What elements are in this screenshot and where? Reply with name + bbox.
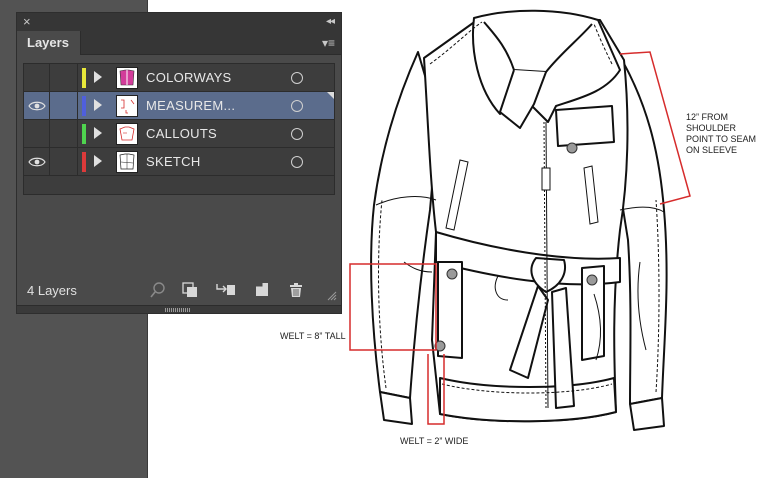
layer-row-callouts[interactable]: CALLOUTS xyxy=(24,120,334,148)
target-circle-icon[interactable] xyxy=(291,156,303,168)
target-circle-icon[interactable] xyxy=(291,72,303,84)
layer-row-sketch[interactable]: SKETCH xyxy=(24,148,334,176)
lock-toggle[interactable] xyxy=(50,64,78,92)
expand-arrow-icon[interactable] xyxy=(94,127,102,139)
lock-toggle[interactable] xyxy=(50,92,78,120)
visibility-toggle[interactable] xyxy=(24,120,50,148)
layer-name[interactable]: MEASUREM... xyxy=(146,98,235,113)
selection-indicator-icon xyxy=(327,92,334,99)
expand-arrow-icon[interactable] xyxy=(94,99,102,111)
expand-arrow-icon[interactable] xyxy=(94,71,102,83)
panel-menu-icon[interactable]: ▾≡ xyxy=(322,36,335,50)
colorways-thumb-icon xyxy=(116,67,138,89)
layer-name[interactable]: CALLOUTS xyxy=(146,126,217,141)
create-sublayer-icon[interactable] xyxy=(215,281,237,299)
target-circle-icon[interactable] xyxy=(291,100,303,112)
layer-row-colorways[interactable]: COLORWAYS xyxy=(24,64,334,92)
panel-tab-bar: Layers ▾≡ xyxy=(17,31,341,55)
layers-panel: × ◂◂ Layers ▾≡ COLORWAYS MEASUREM... CAL… xyxy=(16,12,342,314)
close-icon[interactable]: × xyxy=(23,14,31,30)
make-clipping-mask-icon[interactable] xyxy=(181,281,199,299)
layer-color-swatch xyxy=(82,124,86,144)
grip-dots-icon xyxy=(165,308,191,312)
layer-name[interactable]: COLORWAYS xyxy=(146,70,232,85)
callouts-thumb-icon xyxy=(116,123,138,145)
visibility-toggle[interactable] xyxy=(24,92,50,120)
layer-color-swatch xyxy=(82,68,86,88)
note-line: SHOULDER xyxy=(686,123,737,133)
panel-title-bar[interactable]: × ◂◂ xyxy=(17,13,341,31)
note-line: POINT TO SEAM xyxy=(686,134,757,144)
panel-resize-bar[interactable] xyxy=(17,305,341,313)
shoulder-measurement-note: 12” FROM SHOULDER POINT TO SEAM ON SLEEV… xyxy=(686,112,766,156)
lock-toggle[interactable] xyxy=(50,120,78,148)
lock-toggle[interactable] xyxy=(50,148,78,176)
layer-color-swatch xyxy=(82,152,86,172)
layer-count-label: 4 Layers xyxy=(27,283,77,298)
note-line: ON SLEEVE xyxy=(686,145,738,155)
eye-icon xyxy=(28,157,46,167)
resize-grip-icon[interactable] xyxy=(325,289,337,301)
locate-object-icon[interactable] xyxy=(149,281,167,299)
expand-arrow-icon[interactable] xyxy=(94,155,102,167)
note-line: 12” FROM xyxy=(686,112,729,122)
layer-list: COLORWAYS MEASUREM... CALLOUTS SKETCH xyxy=(23,63,335,195)
target-circle-icon[interactable] xyxy=(291,128,303,140)
welt-tall-note: WELT = 8” TALL xyxy=(280,331,346,341)
delete-layer-icon[interactable] xyxy=(287,281,305,299)
measurements-thumb-icon xyxy=(116,95,138,117)
collapse-panel-icon[interactable]: ◂◂ xyxy=(326,15,335,29)
create-new-layer-icon[interactable] xyxy=(253,281,271,299)
layer-color-swatch xyxy=(82,96,86,116)
panel-footer: 4 Layers xyxy=(17,277,341,305)
tab-layers[interactable]: Layers xyxy=(17,31,81,55)
sketch-thumb-icon xyxy=(116,151,138,173)
layer-row-measurements[interactable]: MEASUREM... xyxy=(24,92,334,120)
layer-name[interactable]: SKETCH xyxy=(146,154,201,169)
welt-wide-note: WELT = 2” WIDE xyxy=(400,436,469,446)
eye-icon xyxy=(28,101,46,111)
visibility-toggle[interactable] xyxy=(24,64,50,92)
visibility-toggle[interactable] xyxy=(24,148,50,176)
